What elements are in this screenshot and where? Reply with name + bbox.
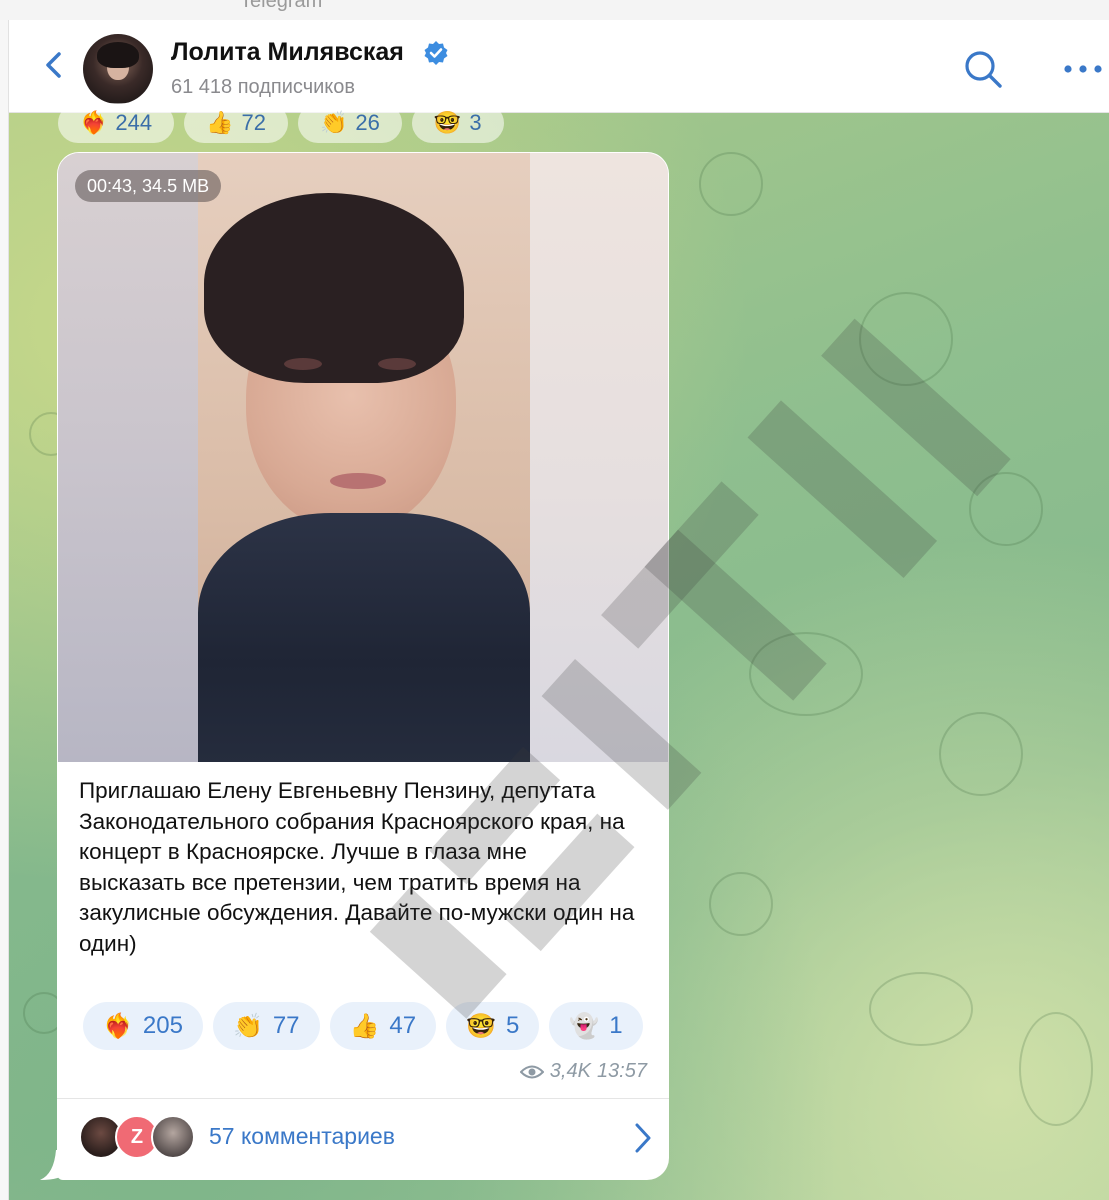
views-eye-icon [519,1065,544,1078]
reaction-chip[interactable]: 👻 1 [549,1002,643,1050]
more-options-icon[interactable] [1063,64,1103,74]
heart-fire-emoji-icon: ❤️‍🔥 [103,1012,133,1040]
post-time: 13:57 [596,1060,647,1082]
reaction-count: 5 [506,1012,520,1039]
reaction-count: 26 [355,110,380,135]
reaction-chip[interactable]: 👍 47 [329,1002,437,1050]
previous-post-reactions: ❤️‍🔥 244 👍 72 👏 26 🤓 3 [58,103,504,143]
post-meta: 3,4K 13:57 [519,1060,647,1083]
nerd-emoji-icon: 🤓 [466,1012,497,1040]
ghost-emoji-icon: 👻 [569,1012,600,1040]
reaction-count: 244 [115,110,153,135]
reaction-chip[interactable]: 🤓 5 [446,1002,540,1050]
reaction-count: 77 [272,1012,300,1039]
back-arrow-icon[interactable] [39,50,69,80]
chevron-right-icon [635,1123,651,1153]
reaction-chip[interactable]: 🤓 3 [411,103,504,143]
os-title-strip: Telegram [0,0,1109,20]
view-count: 3,4K [549,1060,591,1082]
thumbs-up-emoji-icon: 👍 [206,110,234,135]
channel-avatar[interactable] [83,34,153,104]
comments-link[interactable]: Z 57 комментариев [57,1099,669,1178]
channel-post: 00:43, 34.5 MB Приглашаю Елену Евгеньевн… [57,152,669,1180]
chat-header: Лолита Милявская 61 418 подписчиков [9,20,1109,113]
clapping-emoji-icon: 👏 [320,110,348,135]
reaction-chip[interactable]: ❤️‍🔥 205 [83,1002,203,1050]
verified-badge-icon [424,41,448,65]
video-duration-size-badge: 00:43, 34.5 MB [75,170,222,202]
heart-fire-emoji-icon: ❤️‍🔥 [80,110,108,135]
commenter-avatars: Z [79,1115,199,1161]
post-reactions: ❤️‍🔥 205 👏 77 👍 47 🤓 5 👻 1 [83,1002,643,1050]
reaction-count: 47 [389,1012,417,1039]
nerd-emoji-icon: 🤓 [433,110,462,135]
subscriber-count: 61 418 подписчиков [171,76,356,98]
avatar [151,1115,195,1159]
window-title: Telegram [240,0,323,12]
reaction-count: 1 [609,1012,623,1039]
left-panel-edge [0,20,9,1200]
reaction-count: 72 [241,110,267,135]
reaction-chip[interactable]: 👏 26 [298,103,402,143]
comments-count-label: 57 комментариев [209,1123,395,1149]
clapping-emoji-icon: 👏 [232,1012,263,1040]
reaction-chip[interactable]: 👏 77 [212,1002,320,1050]
reaction-count: 205 [142,1012,183,1039]
channel-name[interactable]: Лолита Милявская [171,38,404,67]
search-icon[interactable] [962,48,1004,90]
thumbs-up-emoji-icon: 👍 [349,1012,380,1040]
video-thumbnail [198,153,530,762]
reaction-chip[interactable]: ❤️‍🔥 244 [58,103,175,143]
reaction-chip[interactable]: 👍 72 [184,103,289,143]
post-text: Приглашаю Елену Евгеньевну Пензину, депу… [79,778,635,956]
reaction-count: 3 [469,110,482,135]
video-attachment[interactable]: 00:43, 34.5 MB [58,153,668,762]
